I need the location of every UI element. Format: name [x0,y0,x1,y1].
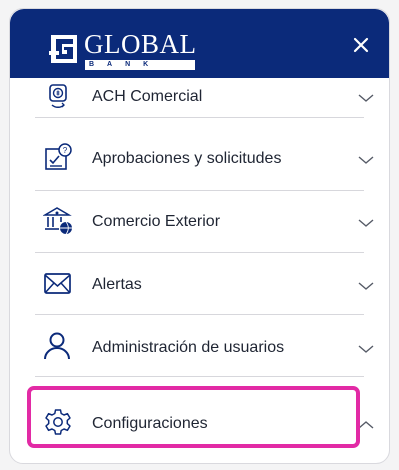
close-button[interactable] [349,33,373,57]
menu-item-label: Administración de usuarios [92,339,285,356]
divider [35,117,364,118]
menu-item-configuraciones[interactable]: Configuraciones [10,391,389,453]
navigation-panel: GLOBAL BANK ACH Comercial ? Aprobaciones… [9,8,390,464]
chevron-up-icon[interactable] [357,419,375,431]
bank-globe-icon [43,207,72,235]
chevron-down-icon[interactable] [357,343,375,355]
envelope-icon [44,273,71,294]
money-transfer-icon [49,84,67,109]
user-icon [44,332,70,360]
menu-item-aprobaciones[interactable]: ? Aprobaciones y solicitudes [10,129,389,191]
menu-item-ach-comercial[interactable]: ACH Comercial [10,78,389,118]
svg-text:?: ? [63,146,68,155]
chevron-down-icon[interactable] [357,280,375,292]
menu-item-label: Comercio Exterior [92,213,221,230]
menu-item-label: Configuraciones [92,415,208,432]
logo-emblem-icon [49,35,77,63]
chevron-down-icon[interactable] [357,154,375,166]
header-bar: GLOBAL BANK [10,9,389,78]
global-bank-logo[interactable]: GLOBAL BANK [47,29,197,70]
chevron-down-icon[interactable] [357,217,375,229]
logo-subtext: BANK [89,61,162,68]
menu-item-label: ACH Comercial [92,88,203,105]
menu-item-comercio-exterior[interactable]: Comercio Exterior [10,191,389,253]
chevron-down-icon[interactable] [357,92,375,104]
gear-icon [45,409,71,435]
menu-item-administracion-usuarios[interactable]: Administración de usuarios [10,315,389,377]
logo-text: GLOBAL [84,29,197,59]
menu-item-label: Alertas [92,276,142,293]
menu-item-label: Aprobaciones y solicitudes [92,150,282,167]
close-icon [353,37,369,53]
menu-item-alertas[interactable]: Alertas [10,253,389,315]
divider [35,376,364,377]
approval-document-icon: ? [45,143,72,170]
